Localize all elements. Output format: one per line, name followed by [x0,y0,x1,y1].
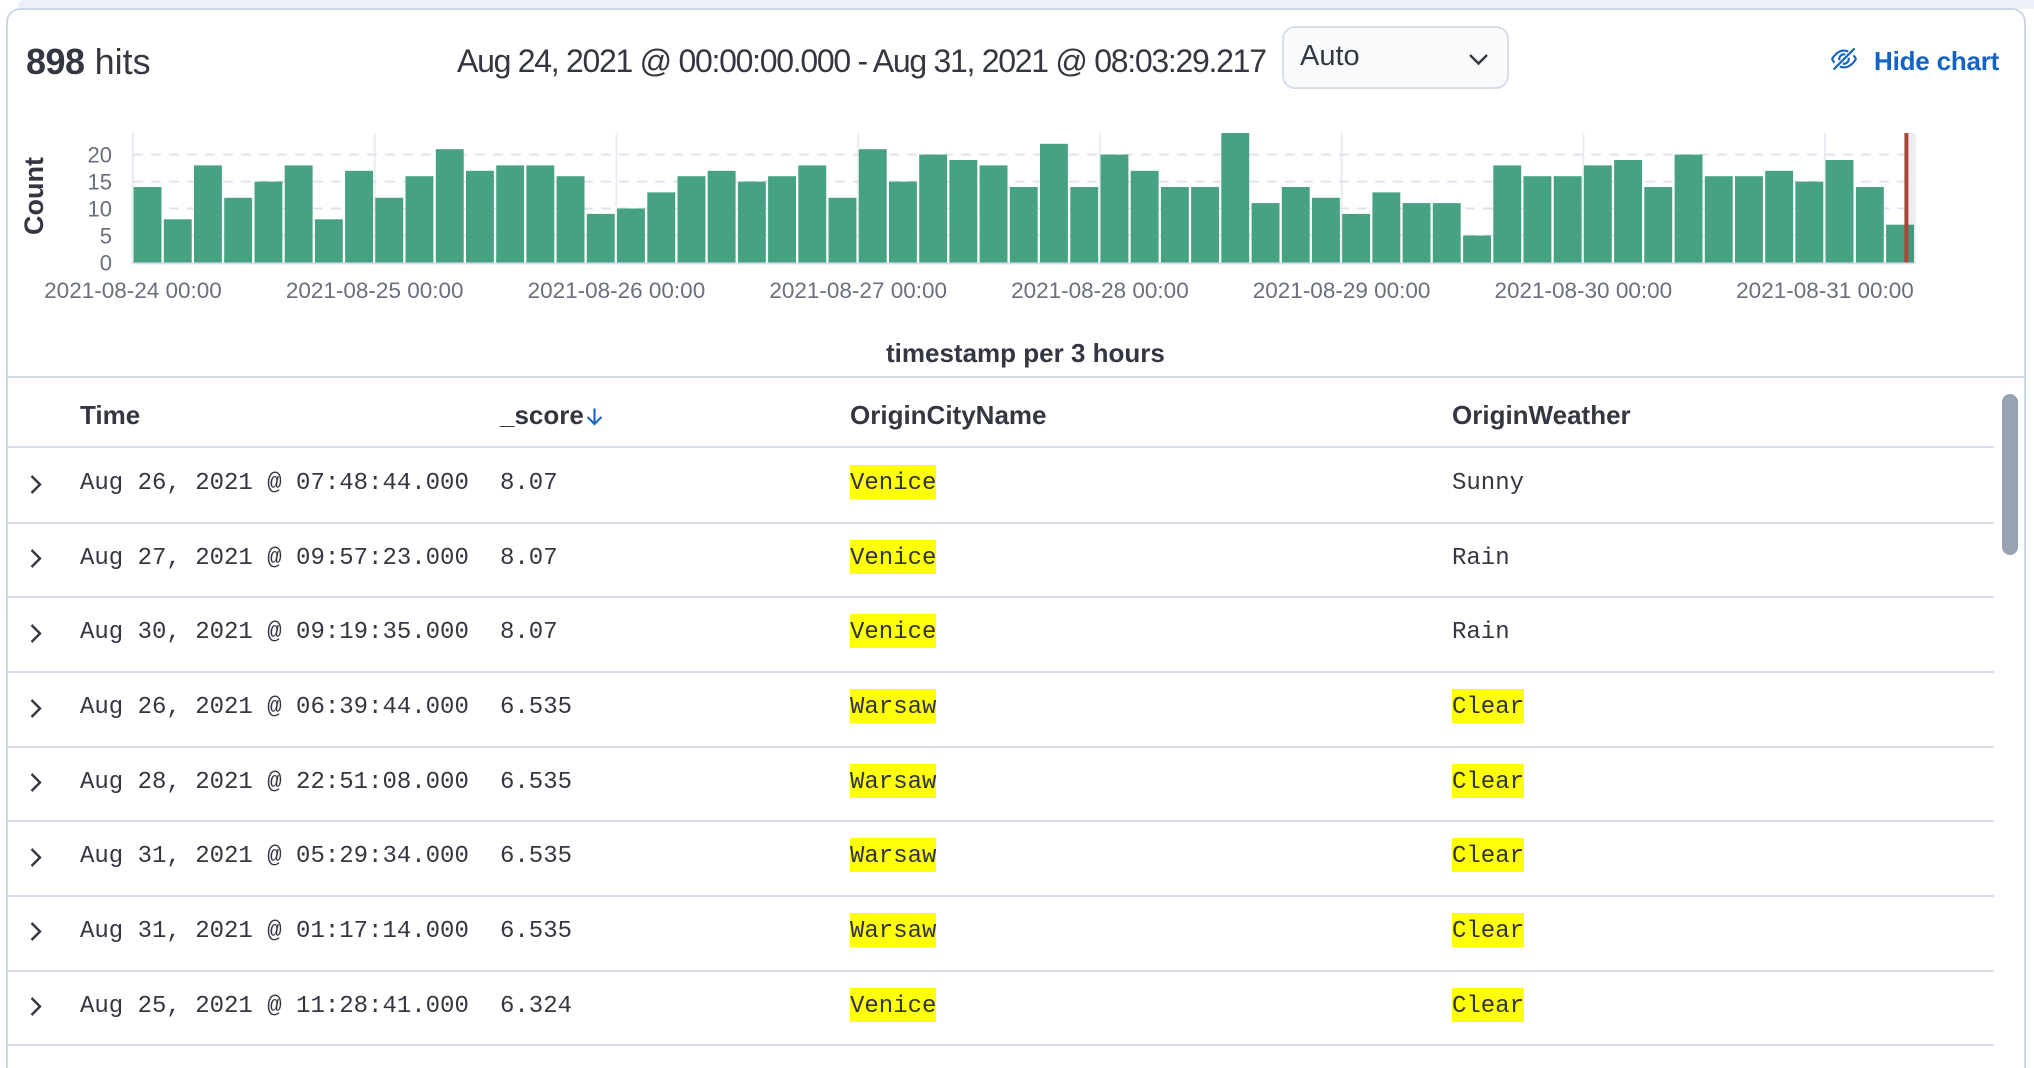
svg-text:2021-08-24 00:00: 2021-08-24 00:00 [44,278,222,303]
svg-text:10: 10 [88,197,112,222]
svg-text:2021-08-26 00:00: 2021-08-26 00:00 [528,278,706,303]
svg-text:2021-08-29 00:00: 2021-08-29 00:00 [1253,278,1431,303]
svg-text:Count: Count [19,157,49,235]
svg-text:2021-08-25 00:00: 2021-08-25 00:00 [286,278,464,303]
svg-text:2021-08-31 00:00: 2021-08-31 00:00 [1736,278,1914,303]
svg-text:2021-08-30 00:00: 2021-08-30 00:00 [1494,278,1672,303]
svg-text:20: 20 [88,143,112,168]
svg-text:2021-08-28 00:00: 2021-08-28 00:00 [1011,278,1189,303]
svg-text:15: 15 [88,170,112,195]
svg-text:5: 5 [100,224,112,249]
svg-text:0: 0 [100,251,112,276]
svg-text:2021-08-27 00:00: 2021-08-27 00:00 [769,278,947,303]
